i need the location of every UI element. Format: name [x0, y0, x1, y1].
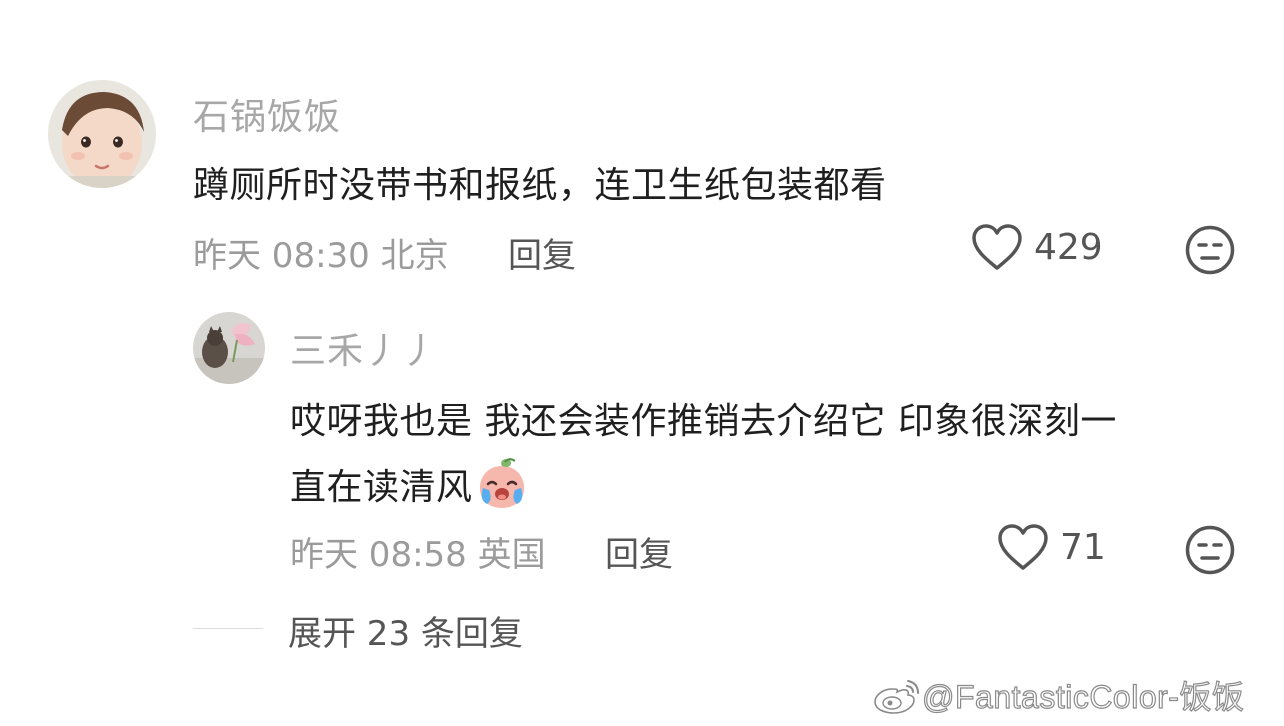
comment-location: 北京: [380, 236, 449, 276]
reply-like-count: 71: [1060, 526, 1106, 568]
baby-avatar-image: [48, 80, 156, 188]
crying-peach-emoji: [479, 458, 524, 508]
reply-reply-button[interactable]: 回复: [605, 527, 673, 576]
reply-meta: 昨天 08:58 英国: [290, 527, 546, 576]
reply-text-line-2-text: 直在读清风: [290, 467, 473, 508]
reply-like-button[interactable]: 71: [996, 522, 1106, 572]
reply-avatar[interactable]: [193, 312, 265, 384]
reply-text-line-1: 哎呀我也是 我还会装作推销去介绍它 印象很深刻一: [290, 401, 1117, 442]
comment-text: 蹲厕所时没带书和报纸，连卫生纸包装都看: [193, 165, 887, 206]
reply-text-line-2: 直在读清风: [290, 458, 529, 510]
like-button[interactable]: 429: [970, 222, 1103, 272]
like-count: 429: [1034, 226, 1103, 268]
watermark: @FantasticColor-饭饭: [872, 672, 1245, 718]
reply-time: 昨天 08:58: [290, 535, 467, 575]
heart-outline-icon: [998, 524, 1048, 570]
flower-cat-avatar-image: [193, 312, 265, 384]
heart-outline-icon: [972, 224, 1022, 270]
reply-dislike-button[interactable]: [1184, 524, 1236, 580]
expand-divider: [193, 628, 263, 629]
reply-location: 英国: [477, 535, 546, 575]
dislike-button[interactable]: [1184, 224, 1236, 280]
reply-button[interactable]: 回复: [508, 228, 576, 277]
comment-username[interactable]: 石锅饭饭: [193, 88, 341, 140]
neutral-face-icon: [1185, 225, 1235, 275]
comment-time: 昨天 08:30: [193, 236, 370, 276]
expand-replies-button[interactable]: 展开 23 条回复: [288, 606, 523, 655]
avatar[interactable]: [48, 80, 156, 188]
watermark-text: @FantasticColor-饭饭: [921, 678, 1245, 715]
neutral-face-icon: [1185, 525, 1235, 575]
weibo-logo: [874, 680, 919, 714]
comment-meta: 昨天 08:30 北京: [193, 228, 449, 277]
reply-username[interactable]: 三禾丿丿: [290, 322, 438, 374]
